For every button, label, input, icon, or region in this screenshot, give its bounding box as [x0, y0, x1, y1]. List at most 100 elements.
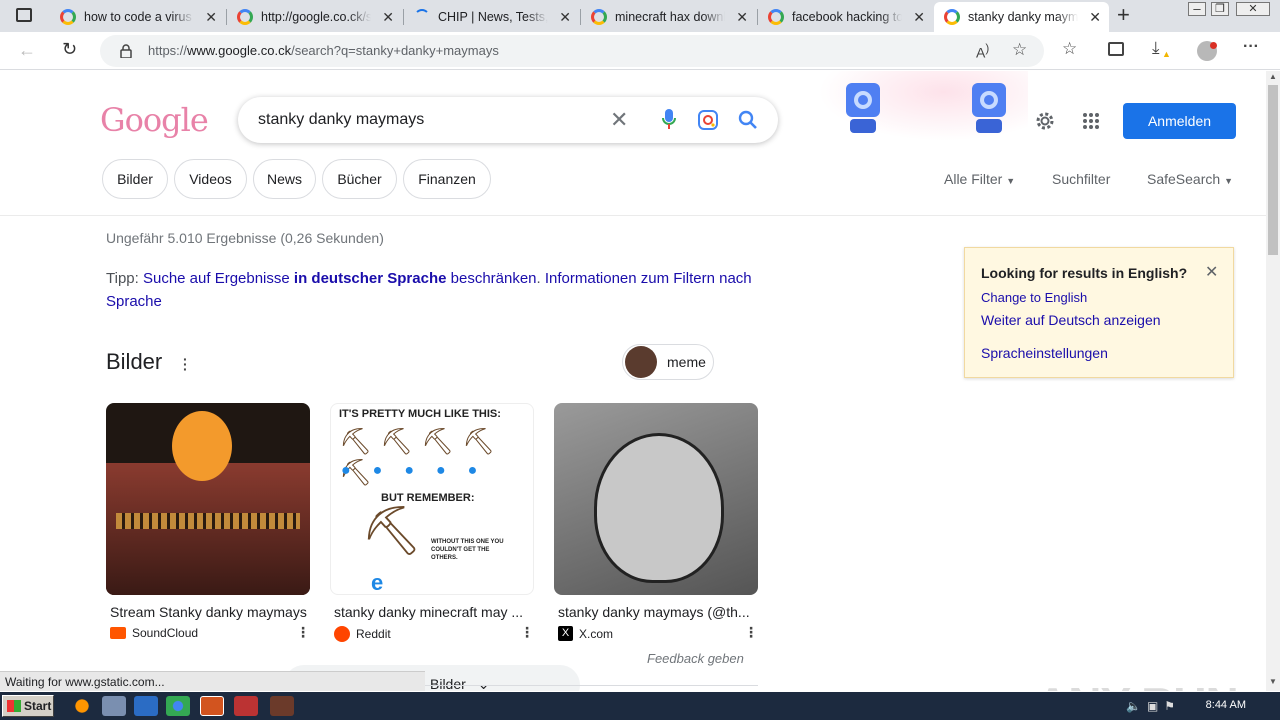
page-scrollbar[interactable]: ▲ ▼ [1266, 71, 1280, 691]
minimize-button[interactable]: – [1188, 2, 1206, 16]
scrollbar-thumb[interactable] [1268, 85, 1278, 255]
safesearch-dropdown[interactable]: SafeSearch ▼ [1147, 171, 1233, 187]
profile-status-dot-icon [1210, 42, 1217, 49]
reddit-icon [334, 626, 350, 642]
lock-icon [120, 44, 132, 58]
close-tab-icon[interactable]: ✕ [1089, 9, 1101, 26]
image-source-2[interactable]: Reddit [334, 626, 391, 642]
meme-filter-chip[interactable]: meme [622, 344, 714, 380]
sign-in-button[interactable]: Anmelden [1123, 103, 1236, 139]
media-player-taskbar-icon[interactable] [134, 696, 158, 716]
search-input[interactable]: stanky danky maymays [258, 111, 424, 129]
change-to-english-link[interactable]: Change to English [981, 290, 1087, 305]
chrome-taskbar-icon[interactable] [166, 696, 190, 716]
image-source-1[interactable]: SoundCloud [110, 626, 198, 640]
close-tab-icon[interactable]: ✕ [736, 9, 748, 26]
vault-boy-face-graphic [594, 433, 724, 583]
meme-top-text: IT'S PRETTY MUCH LIKE THIS: [339, 408, 501, 420]
doodle-robot-left-icon [846, 83, 880, 133]
lens-camera-icon[interactable] [698, 110, 718, 130]
search-box[interactable]: stanky danky maymays ✕ [238, 97, 778, 143]
x-logo-icon: X [558, 626, 573, 641]
refresh-icon[interactable]: ↻ [62, 39, 77, 60]
clear-search-icon[interactable]: ✕ [610, 107, 628, 133]
search-icon[interactable] [738, 110, 758, 130]
meme-chip-label: meme [667, 354, 706, 370]
image-caption-1[interactable]: Stream Stanky danky maymays [110, 604, 310, 620]
chip-videos[interactable]: Videos [174, 159, 247, 199]
images-section-heading: Bilder [106, 349, 163, 374]
all-filters-dropdown[interactable]: Alle Filter ▼ [944, 171, 1015, 187]
tab-3[interactable]: CHIP | News, Tests, D ✕ [404, 2, 579, 32]
chip-news[interactable]: News [253, 159, 316, 199]
chip-images[interactable]: Bilder [102, 159, 168, 199]
status-bar: Waiting for www.gstatic.com... [0, 671, 425, 691]
english-results-prompt: Looking for results in English? ✕ Change… [964, 247, 1234, 378]
image-source-3[interactable]: X X.com [558, 626, 613, 641]
doodle-robot-right-icon [972, 83, 1006, 133]
edge-taskbar-icon[interactable] [200, 696, 224, 716]
tab-5[interactable]: facebook hacking too ✕ [758, 2, 933, 32]
close-window-button[interactable]: ✕ [1236, 2, 1270, 16]
caret-down-icon: ▼ [1006, 176, 1016, 186]
continue-german-link[interactable]: Weiter auf Deutsch anzeigen [981, 312, 1161, 328]
image-result-3[interactable] [554, 403, 758, 595]
internet-explorer-graphic: e [371, 570, 384, 595]
image-more-options-3-icon[interactable]: ⋮ [744, 624, 758, 641]
restrict-language-link[interactable]: Suche auf Ergebnisse in deutscher Sprach… [143, 270, 537, 287]
image-result-1[interactable] [106, 403, 310, 595]
microphone-icon[interactable] [662, 109, 676, 131]
google-logo[interactable]: Google [100, 101, 209, 139]
close-tab-icon[interactable]: ✕ [559, 9, 571, 26]
settings-more-icon[interactable]: ··· [1243, 38, 1259, 56]
image-caption-2[interactable]: stanky danky minecraft may ... [334, 604, 534, 620]
tab-title: how to code a virus in [84, 10, 194, 24]
feedback-link[interactable]: Feedback geben [647, 651, 744, 666]
explorer-taskbar-icon[interactable] [102, 696, 126, 716]
gear-icon[interactable] [1034, 110, 1056, 132]
start-button[interactable]: Start [2, 695, 54, 717]
tab-1[interactable]: how to code a virus in ✕ [50, 2, 225, 32]
browser-icons-row-graphic: ●●●●● [341, 462, 500, 479]
tab-2[interactable]: http://google.co.ck/s ✕ [227, 2, 402, 32]
tab-4[interactable]: minecraft hax downlo ✕ [581, 2, 756, 32]
tab-title: facebook hacking too [792, 10, 902, 24]
close-tab-icon[interactable]: ✕ [913, 9, 925, 26]
new-tab-button[interactable]: + [1117, 2, 1130, 28]
image-more-options-2-icon[interactable]: ⋮ [520, 624, 534, 641]
system-tray-icons[interactable]: 🔈▣⚑ [1126, 699, 1181, 713]
apps-grid-icon[interactable] [1082, 112, 1100, 130]
tab-6-active[interactable]: stanky danky mayma ✕ [934, 2, 1109, 32]
image-result-2[interactable]: IT'S PRETTY MUCH LIKE THIS: ⛏⛏⛏⛏⛏ ●●●●● … [330, 403, 534, 595]
tab-title: CHIP | News, Tests, D [438, 10, 548, 24]
restore-button[interactable]: ❐ [1211, 2, 1229, 16]
close-tab-icon[interactable]: ✕ [205, 9, 217, 26]
close-tab-icon[interactable]: ✕ [382, 9, 394, 26]
google-favicon-icon [944, 9, 960, 25]
scroll-down-arrow-icon[interactable]: ▼ [1269, 677, 1277, 686]
more-options-icon[interactable]: · · · [183, 352, 188, 376]
chip-books[interactable]: Bücher [322, 159, 397, 199]
add-favorite-icon[interactable]: ☆ [1012, 40, 1027, 60]
collections-icon[interactable] [1108, 42, 1124, 56]
tab-actions-icon[interactable] [16, 8, 32, 22]
image-caption-3[interactable]: stanky danky maymays (@th... [558, 604, 758, 620]
app2-taskbar-icon[interactable] [270, 696, 294, 716]
back-icon[interactable]: ← [18, 40, 36, 61]
address-bar[interactable]: https://www.google.co.ck/search?q=stanky… [100, 35, 1044, 67]
search-filters-button[interactable]: Suchfilter [1052, 171, 1110, 187]
bullet-belt-graphic [116, 513, 300, 529]
favorites-icon[interactable]: ☆ [1062, 39, 1077, 59]
chip-finance[interactable]: Finanzen [403, 159, 491, 199]
close-prompt-icon[interactable]: ✕ [1205, 262, 1218, 282]
downloads-icon[interactable]: ⤓ [1152, 38, 1160, 58]
image-more-options-1-icon[interactable]: ⋮ [296, 624, 310, 641]
windows-logo-icon [7, 700, 21, 712]
language-settings-link[interactable]: Spracheinstellungen [981, 345, 1108, 361]
firefox-taskbar-icon[interactable] [70, 696, 94, 716]
app-taskbar-icon[interactable] [234, 696, 258, 716]
scroll-up-arrow-icon[interactable]: ▲ [1269, 72, 1277, 81]
result-stats: Ungefähr 5.010 Ergebnisse (0,26 Sekunden… [106, 230, 384, 246]
read-aloud-icon[interactable]: A) [976, 42, 989, 61]
google-favicon-icon [60, 9, 76, 25]
